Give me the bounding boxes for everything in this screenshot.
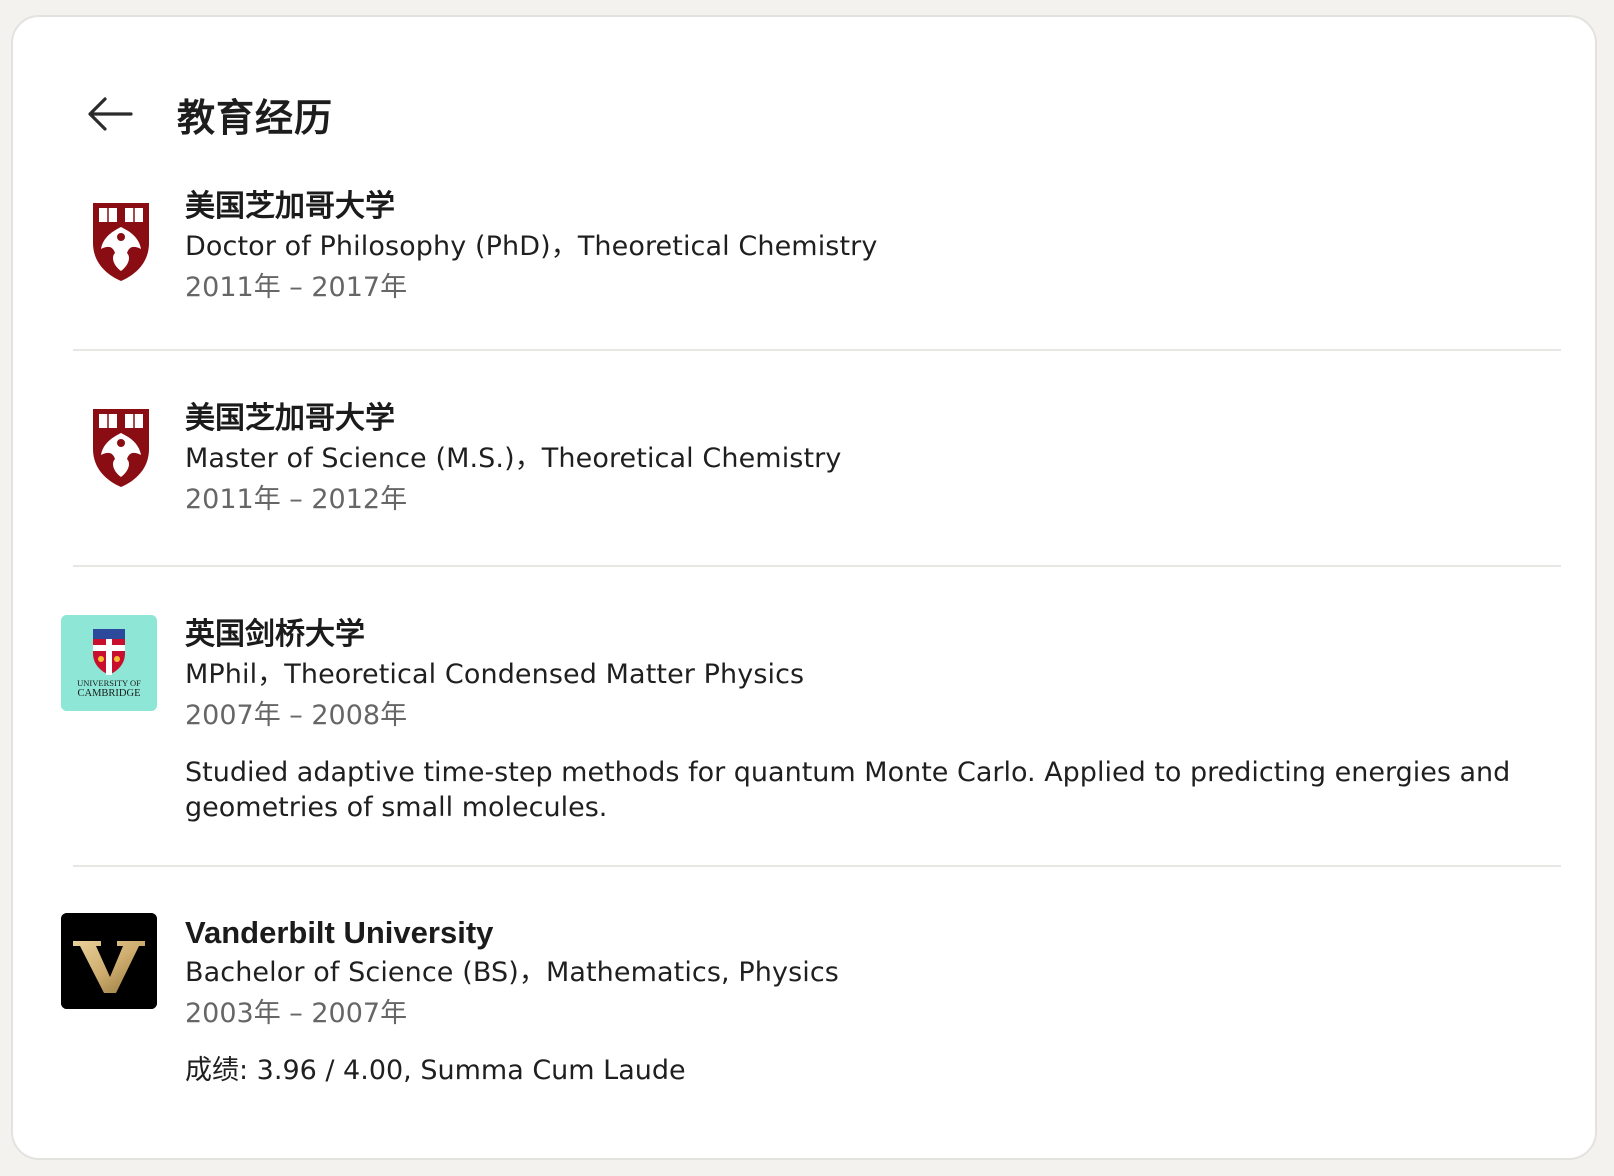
uchicago-crest-icon[interactable]: [73, 193, 169, 289]
date-range: 2007年 – 2008年: [185, 700, 408, 731]
degree-text: MPhil，Theoretical Condensed Matter Physi…: [185, 659, 805, 690]
vanderbilt-v-icon[interactable]: [61, 913, 157, 1009]
back-button[interactable]: [83, 87, 137, 141]
school-name[interactable]: 美国芝加哥大学: [185, 187, 1561, 227]
school-name[interactable]: Vanderbilt University: [185, 913, 1561, 953]
education-item[interactable]: Vanderbilt University Bachelor of Scienc…: [61, 867, 1561, 1127]
date-range: 2011年 – 2017年: [185, 272, 408, 303]
date-range: 2003年 – 2007年: [185, 998, 408, 1029]
arrow-left-icon: [88, 97, 133, 131]
svg-text:CAMBRIDGE: CAMBRIDGE: [77, 688, 140, 699]
education-item[interactable]: 美国芝加哥大学 Master of Science (M.S.)，Theoret…: [61, 351, 1561, 565]
svg-text:UNIVERSITY OF: UNIVERSITY OF: [77, 678, 141, 688]
uchicago-crest-icon[interactable]: [73, 399, 169, 495]
degree-text: Master of Science (M.S.)，Theoretical Che…: [185, 443, 842, 474]
description-text: 成绩: 3.96 / 4.00, Summa Cum Laude: [185, 1055, 686, 1086]
page-header: 教育经历: [83, 79, 333, 149]
school-name[interactable]: 美国芝加哥大学: [185, 399, 1561, 439]
degree-text: Bachelor of Science (BS)，Mathematics, Ph…: [185, 957, 839, 988]
page-title: 教育经历: [177, 95, 334, 140]
degree-text: Doctor of Philosophy (PhD)，Theoretical C…: [185, 231, 878, 262]
description-text: Studied adaptive time-step methods for q…: [185, 757, 1511, 823]
school-name[interactable]: 英国剑桥大学: [185, 615, 1561, 655]
education-list: 美国芝加哥大学 Doctor of Philosophy (PhD)，Theor…: [61, 169, 1561, 1127]
cambridge-crest-icon[interactable]: UNIVERSITY OF CAMBRIDGE: [61, 615, 157, 711]
education-item[interactable]: 美国芝加哥大学 Doctor of Philosophy (PhD)，Theor…: [61, 169, 1561, 349]
education-item[interactable]: UNIVERSITY OF CAMBRIDGE 英国剑桥大学 MPhil，The…: [61, 567, 1561, 865]
education-card: 教育经历 美国芝加哥大学 Doctor of Philosophy (PhD)，…: [11, 15, 1597, 1160]
date-range: 2011年 – 2012年: [185, 484, 408, 515]
